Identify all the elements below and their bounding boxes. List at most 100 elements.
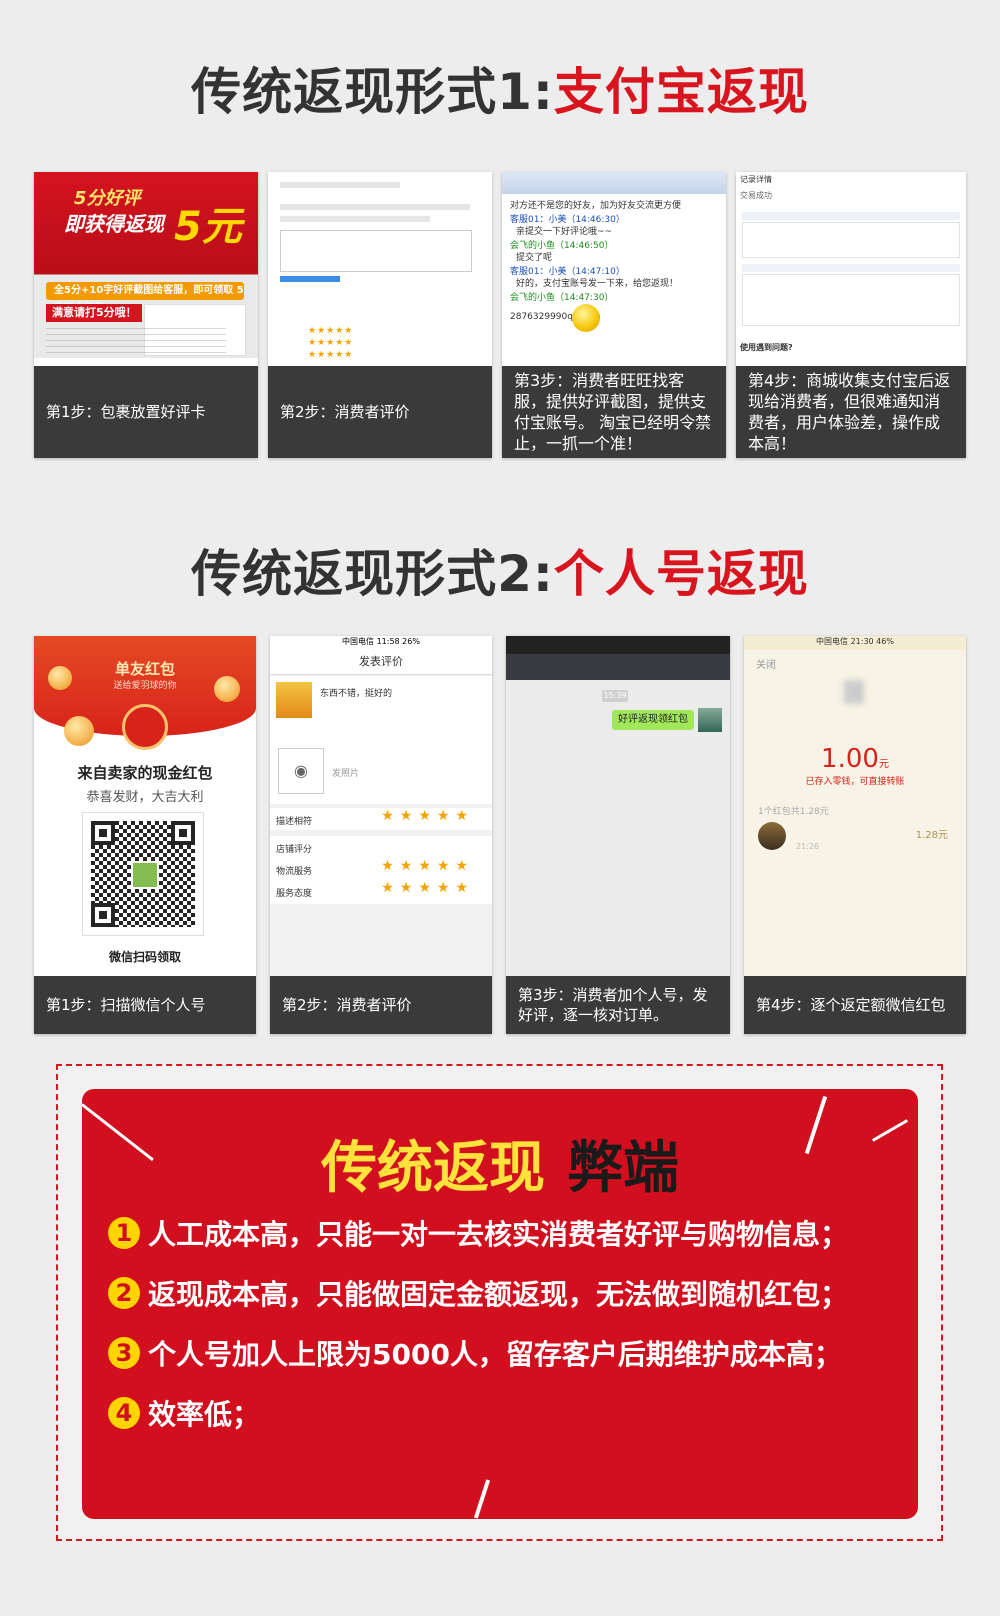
step-caption: 第2步：消费者评价	[268, 366, 492, 458]
wechat-chat-image: 15:39 好评返现领红包	[506, 636, 730, 976]
status-bar: 中国电信 11:58 26%	[270, 636, 492, 650]
card-banner-big: 5元	[174, 204, 242, 250]
title-black: 弊端	[567, 1136, 679, 1201]
step1-card-alipay: 5分好评 即获得返现 5元 全5分+10字好评截图给客服，即可领取 5 元现金红…	[34, 172, 258, 458]
chat-name: 会飞的小鱼（14:47:30）	[510, 293, 614, 303]
status-bar: 中国电信 21:30 46%	[744, 636, 966, 650]
review-form-image: ★★★★★ ★★★★★ ★★★★★	[268, 172, 492, 358]
chat-time: 15:39	[602, 690, 628, 702]
status-bar	[506, 636, 730, 654]
section2-title: 传统返现形式2:个人号返现	[0, 534, 1000, 606]
cash-title: 来自卖家的现金红包	[77, 764, 213, 782]
step1-card-personal: 单友红包 送给爱羽球的你 手气红包 来自卖家的现金红包 恭喜发财，大吉大利 微信…	[34, 636, 256, 1034]
record-foot: 使用遇到问题?	[740, 343, 793, 352]
camera-icon: ◉	[278, 748, 324, 794]
record-image: 记录详情 交易成功 使用遇到问题?	[736, 172, 966, 358]
star-rating: ★★★★★	[381, 858, 474, 874]
decor-streak	[473, 1479, 491, 1519]
step-caption: 第2步：消费者评价	[270, 976, 492, 1034]
disadvantage-point: 3 个人号加人上限为5000人，留存客户后期维护成本高；	[108, 1333, 842, 1373]
form-button	[280, 276, 340, 282]
scan-label: 微信扫码领取	[108, 950, 181, 964]
point-text: 个人号加人上限为5000人，留存客户后期维护成本高；	[148, 1338, 842, 1371]
step-caption: 第1步：扫描微信个人号	[34, 976, 256, 1034]
form-line	[280, 204, 470, 210]
record-table	[742, 274, 960, 326]
photo-label: 发照片	[332, 769, 360, 779]
step-caption: 第3步：消费者旺旺找客服，提供好评截图，提供支付宝账号。 淘宝已经明令禁止，一抓…	[502, 366, 726, 458]
number-badge: 1	[108, 1217, 140, 1249]
section1-title-prefix: 传统返现形式1:	[191, 63, 554, 121]
section2-title-highlight: 个人号返现	[553, 545, 809, 603]
step-caption: 第4步：逐个返定额微信红包	[744, 976, 966, 1034]
disadvantage-title: 传统返现 弊端	[82, 1123, 918, 1204]
step-caption: 第1步：包裹放置好评卡	[34, 366, 258, 458]
red-packet-poster: 单友红包 送给爱羽球的你 手气红包 来自卖家的现金红包 恭喜发财，大吉大利 微信…	[34, 636, 256, 968]
avatar	[698, 708, 722, 732]
form-textarea	[280, 230, 472, 272]
disadvantage-point: 1 人工成本高，只能一对一去核实消费者好评与购物信息；	[108, 1213, 848, 1253]
section1-title-highlight: 支付宝返现	[553, 63, 809, 121]
chat-bubble: 好评返现领红包	[612, 710, 694, 730]
step-caption: 第4步：商城收集支付宝后返现给消费者，但很难通知消费者，用户体验差，操作成本高！	[736, 366, 966, 458]
chat-text: 提交了呢	[516, 253, 553, 263]
received-time: 21:26	[796, 842, 820, 851]
cash-subtitle: 恭喜发财，大吉大利	[86, 790, 204, 805]
star-rating: ★★★★★	[381, 808, 474, 824]
red-packet-detail-image: 中国电信 21:30 46% 关闭 1.00元 已存入零钱，可直接转账 1个红包…	[744, 636, 966, 976]
qr-code	[82, 812, 204, 936]
comment-text: 东西不错，挺好的	[320, 689, 393, 699]
step3-card-alipay: 对方还不是您的好友，加为好友交流更方便 客服01：小美（14:46:30） 亲提…	[502, 172, 726, 458]
record-sub: 交易成功	[740, 191, 772, 200]
card-tip: 全5分+10字好评截图给客服，即可领取 5 元现金红包	[46, 282, 244, 314]
lucky-bag-icon	[122, 704, 168, 750]
amount-value: 1.00	[821, 744, 879, 774]
step-caption: 第3步：消费者加个人号，发好评，逐一核对订单。	[506, 976, 730, 1034]
disadvantage-panel: 传统返现 弊端 1 人工成本高，只能一对一去核实消费者好评与购物信息； 2 返现成本高…	[82, 1089, 918, 1519]
nav-title: 发表评价	[270, 650, 492, 675]
number-badge: 2	[108, 1277, 140, 1309]
star-rating: ★★★★★	[308, 326, 354, 336]
shop-rating-label: 店铺评分	[276, 845, 313, 855]
amount-note: 已存入零钱，可直接转账	[805, 777, 905, 787]
poster-title: 单友红包	[114, 660, 175, 678]
record-table-head	[742, 264, 960, 272]
record-title: 记录详情	[740, 175, 772, 184]
amount-unit: 元	[878, 759, 889, 770]
received-money: 1.28元	[915, 830, 948, 841]
star-rating: ★★★★★	[381, 880, 474, 896]
step2-card-personal: 中国电信 11:58 26% 发表评价 东西不错，挺好的 ◉ 发照片 描述相符 …	[270, 636, 492, 1034]
star-rating: ★★★★★	[308, 338, 354, 348]
receiver-avatar	[758, 822, 786, 850]
smiley-icon	[572, 304, 600, 332]
point-text: 效率低；	[148, 1398, 261, 1431]
avatar	[844, 680, 864, 704]
step3-card-personal: 15:39 好评返现领红包 第3步：消费者加个人号，发好评，逐一核对订单。	[506, 636, 730, 1034]
step2-card-alipay: ★★★★★ ★★★★★ ★★★★★ 第2步：消费者评价	[268, 172, 492, 458]
record-table	[742, 222, 960, 258]
number-badge: 3	[108, 1337, 140, 1369]
title-main: 传统返现	[321, 1136, 545, 1201]
disadvantage-point: 4 效率低；	[108, 1393, 260, 1433]
step4-card-personal: 中国电信 21:30 46% 关闭 1.00元 已存入零钱，可直接转账 1个红包…	[744, 636, 966, 1034]
chat-toolbar	[502, 172, 726, 194]
chat-text: 亲提交一下好评论哦~~	[516, 227, 613, 237]
mobile-review-image: 中国电信 11:58 26% 发表评价 东西不错，挺好的 ◉ 发照片 描述相符 …	[270, 636, 492, 976]
poster-subtitle: 送给爱羽球的你	[113, 681, 177, 691]
chat-text: 好的，支付宝账号发一下来，给您返现！	[516, 279, 679, 289]
review-card-image: 5分好评 即获得返现 5元 全5分+10字好评截图给客服，即可领取 5 元现金红…	[34, 172, 258, 358]
step4-card-alipay: 记录详情 交易成功 使用遇到问题? 第4步：商城收集支付宝后返现给消费者，但很难…	[736, 172, 966, 458]
product-thumb	[276, 682, 312, 718]
chat-notice: 对方还不是您的好友，加为好友交流更方便	[510, 201, 682, 211]
form-line	[280, 182, 400, 188]
card-tip2: 满意请打5分哦！	[46, 304, 142, 322]
close-link: 关闭	[756, 660, 776, 671]
qr-logo-icon	[131, 861, 159, 889]
chat-nav	[506, 654, 730, 680]
point-text: 人工成本高，只能一对一去核实消费者好评与购物信息；	[148, 1218, 849, 1251]
number-badge: 4	[108, 1397, 140, 1429]
card-text-lines	[46, 328, 226, 354]
disadvantage-point: 2 返现成本高，只能做固定金额返现，无法做到随机红包；	[108, 1273, 848, 1313]
section2-title-prefix: 传统返现形式2:	[191, 545, 554, 603]
bag-label: 手气红包	[129, 749, 161, 758]
